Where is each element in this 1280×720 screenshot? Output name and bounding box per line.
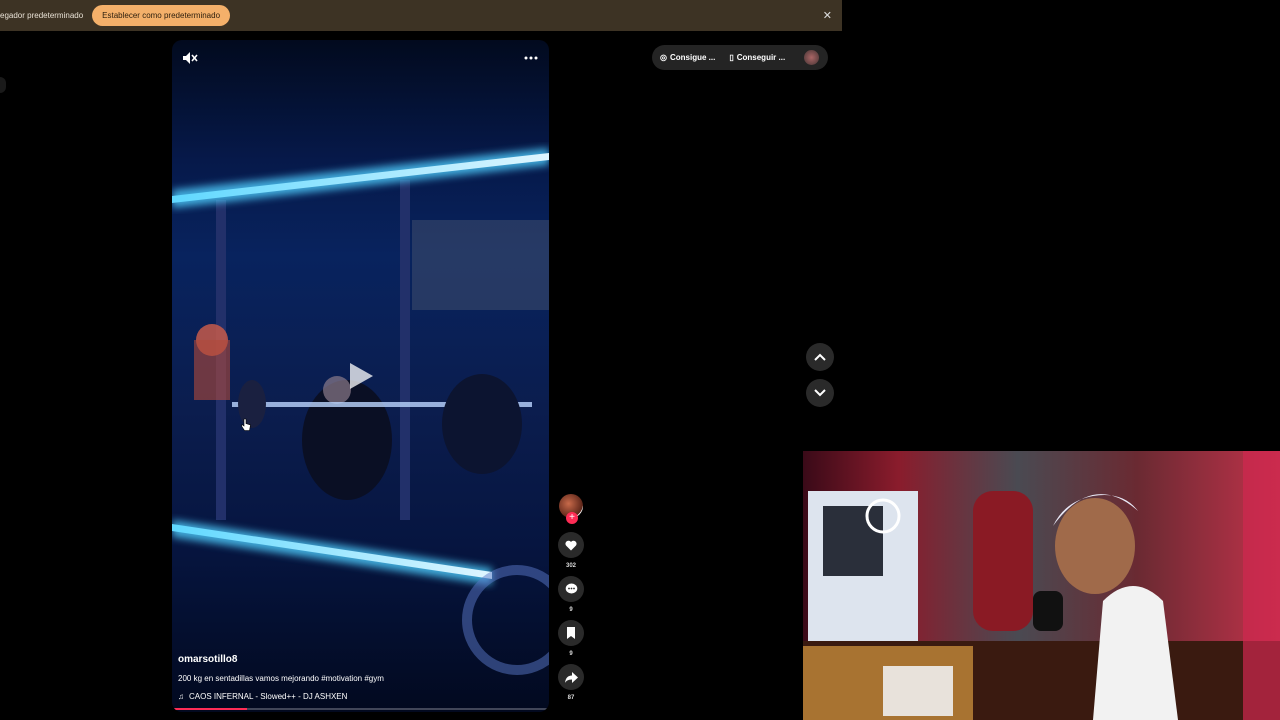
comment-count: 9 <box>569 607 573 613</box>
video-player[interactable]: omarsotillo8 200 kg en sentadillas vamos… <box>172 40 549 712</box>
creator-avatar[interactable]: + <box>559 494 583 524</box>
hand-cursor-icon <box>241 418 251 431</box>
heart-icon[interactable] <box>558 532 584 558</box>
like-count: 302 <box>565 563 576 569</box>
mute-icon[interactable] <box>182 51 198 65</box>
get-app-chip[interactable]: ▯ Conseguir ... <box>729 53 785 62</box>
default-browser-banner: egador predeterminado Establecer como pr… <box>0 0 842 31</box>
comment-icon[interactable] <box>558 576 584 602</box>
action-column: + 302 9 9 87 <box>556 494 586 708</box>
phone-icon: ▯ <box>729 53 734 62</box>
follow-plus-icon[interactable]: + <box>566 512 578 524</box>
user-avatar[interactable] <box>804 50 819 65</box>
music-title: CAOS INFERNAL - Slowed++ - DJ ASHXEN <box>189 692 348 701</box>
chip-label-2: Conseguir ... <box>736 53 786 62</box>
music-note-icon: ♫ <box>178 692 184 701</box>
chip-label-1: Consigue ... <box>669 53 716 62</box>
bookmark-icon[interactable] <box>558 620 584 646</box>
play-icon[interactable] <box>348 362 374 390</box>
share-icon[interactable] <box>558 664 584 690</box>
set-default-button[interactable]: Establecer como predeterminado <box>92 5 231 26</box>
share-count: 87 <box>567 695 575 701</box>
next-video-button[interactable] <box>806 379 834 407</box>
share-action[interactable]: 87 <box>556 664 586 701</box>
save-count: 9 <box>569 651 573 657</box>
webcam-overlay <box>803 451 1280 720</box>
chevron-up-icon <box>814 353 826 361</box>
top-right-toolbar: ◎ Consigue ... ▯ Conseguir ... <box>652 45 828 70</box>
music-row[interactable]: ♫ CAOS INFERNAL - Slowed++ - DJ ASHXEN <box>178 692 347 701</box>
save-action[interactable]: 9 <box>556 620 586 657</box>
previous-video-button[interactable] <box>806 343 834 371</box>
coin-icon: ◎ <box>660 53 667 62</box>
close-icon[interactable]: ✕ <box>823 9 832 22</box>
like-action[interactable]: 302 <box>556 532 586 569</box>
more-options-icon[interactable] <box>523 51 539 65</box>
side-handle[interactable] <box>0 77 6 93</box>
video-caption: 200 kg en sentadillas vamos mejorando #m… <box>178 674 384 683</box>
webcam-feed <box>803 451 1280 720</box>
video-username[interactable]: omarsotillo8 <box>178 654 237 665</box>
video-progress-fill <box>172 708 248 710</box>
chevron-down-icon <box>814 389 826 397</box>
get-coins-chip[interactable]: ◎ Consigue ... <box>660 53 715 62</box>
comment-action[interactable]: 9 <box>556 576 586 613</box>
banner-message: egador predeterminado <box>0 11 84 20</box>
video-progress-bar[interactable] <box>172 708 549 710</box>
